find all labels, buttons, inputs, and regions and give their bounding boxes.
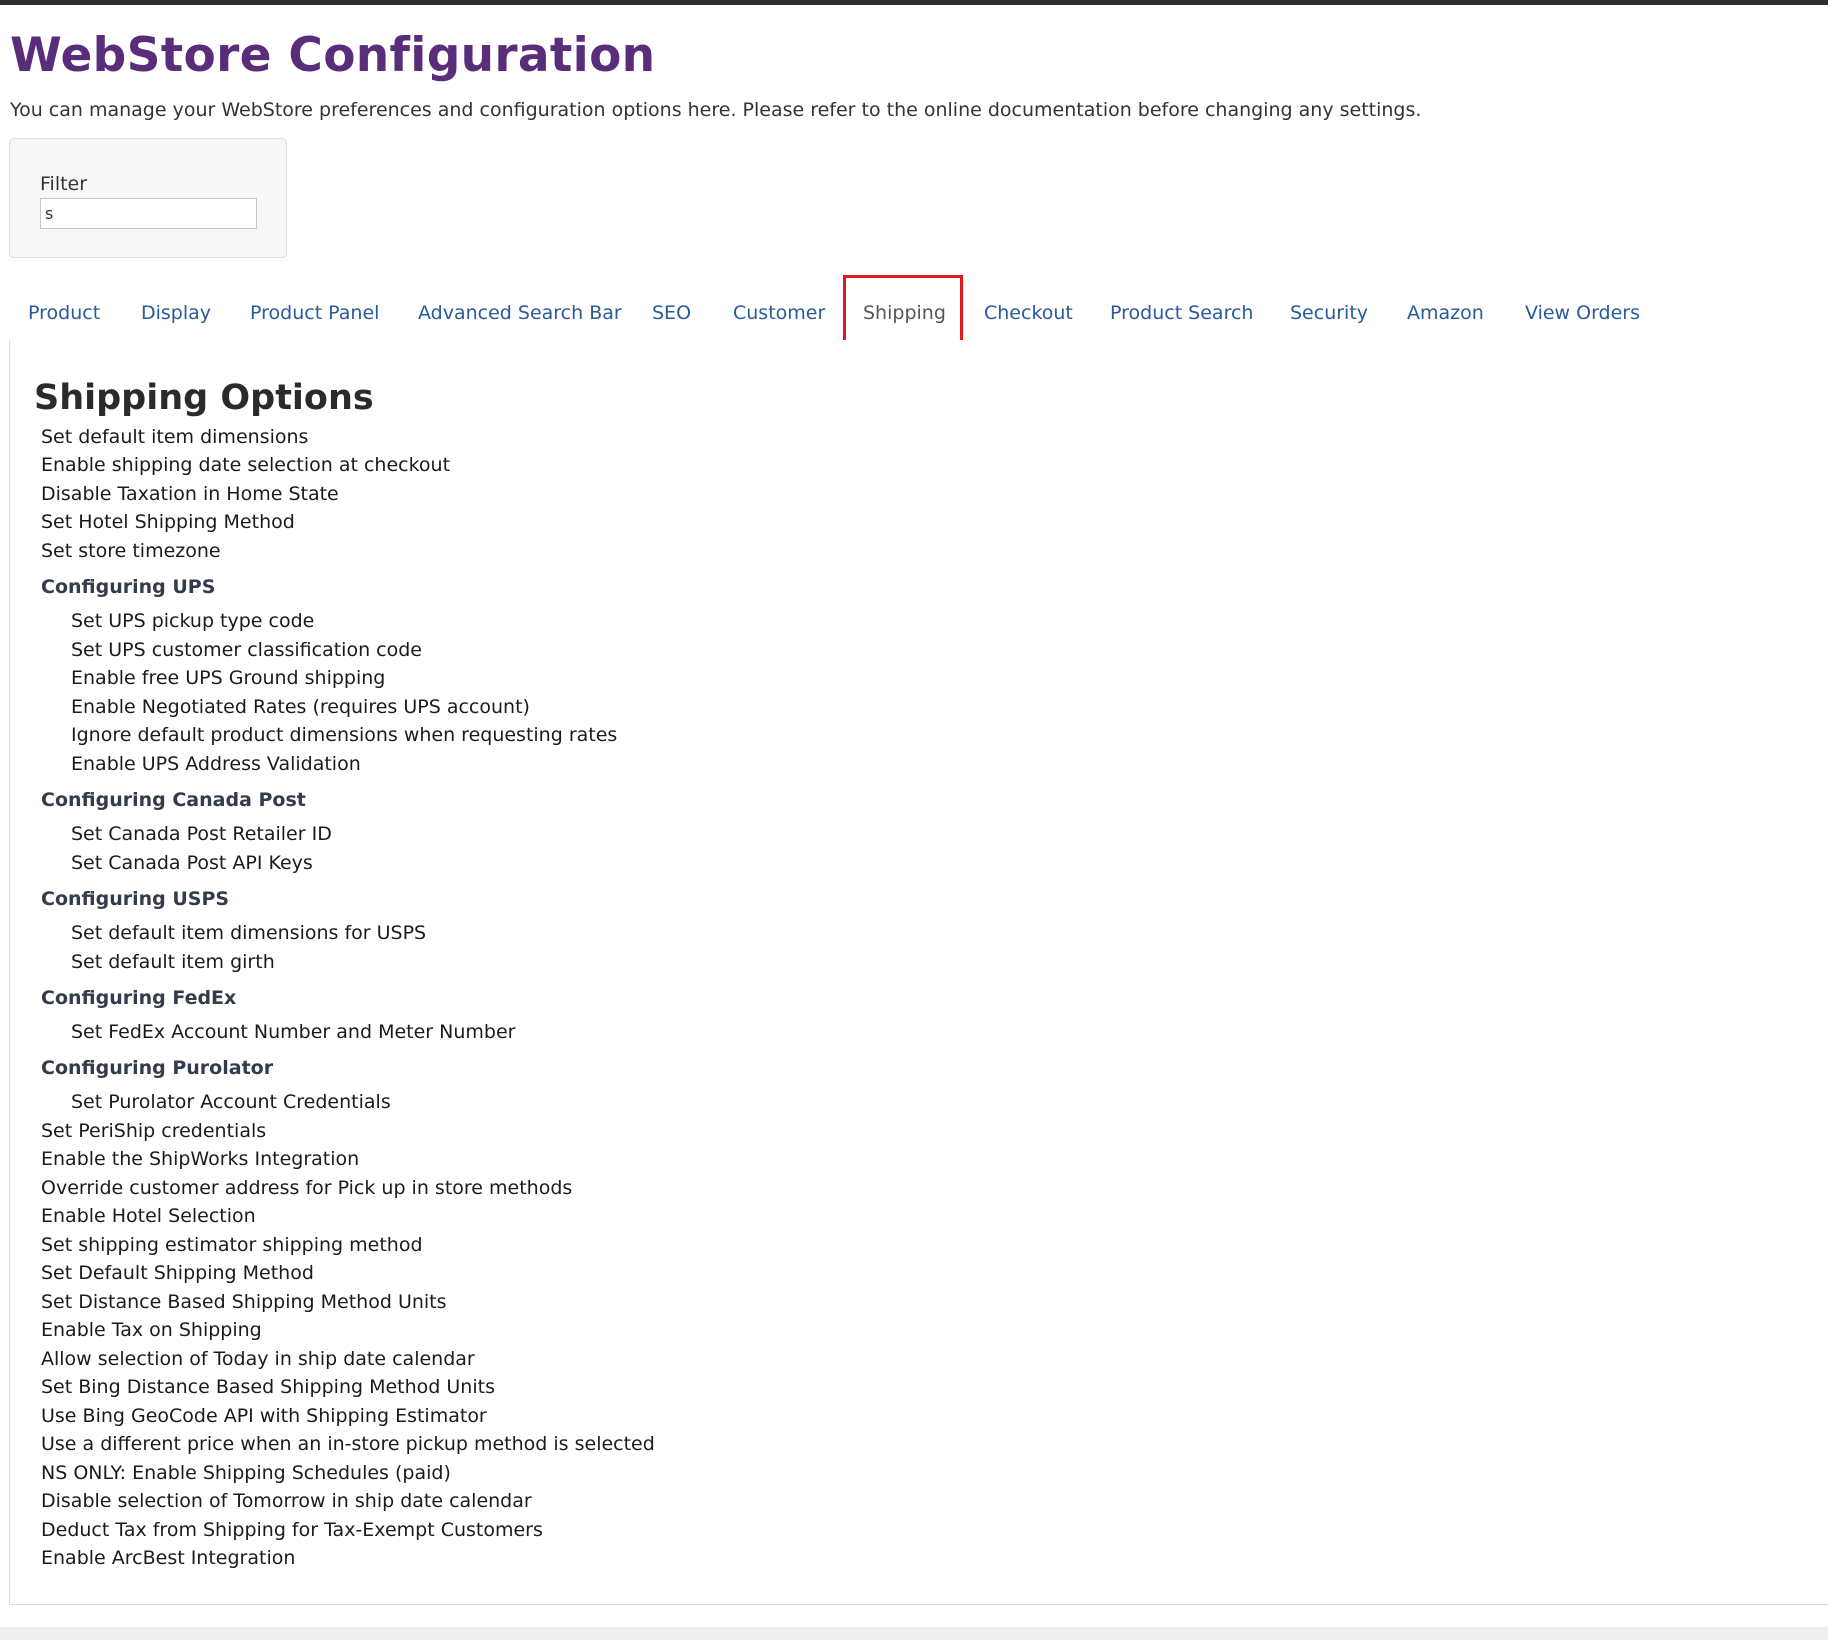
group-heading-ups: Configuring UPS [41,576,216,598]
option-link[interactable]: Enable shipping date selection at checko… [41,454,450,476]
tab-product-panel[interactable]: Product Panel [250,302,379,324]
option-link[interactable]: Enable Hotel Selection [41,1205,256,1227]
shipping-tab-highlight [843,275,963,350]
option-link[interactable]: Use Bing GeoCode API with Shipping Estim… [41,1405,487,1427]
option-link[interactable]: Set Purolator Account Credentials [71,1091,391,1113]
group-heading-fedex: Configuring FedEx [41,987,237,1009]
option-link[interactable]: Disable Taxation in Home State [41,483,339,505]
option-link[interactable]: Allow selection of Today in ship date ca… [41,1348,475,1370]
group-heading-usps: Configuring USPS [41,888,230,910]
tab-seo[interactable]: SEO [652,302,691,324]
bottom-scroll-area [0,1627,1828,1640]
page-title: WebStore Configuration [10,28,656,83]
option-link[interactable]: Set store timezone [41,540,221,562]
tab-customer[interactable]: Customer [733,302,825,324]
page-description: You can manage your WebStore preferences… [10,99,1422,121]
option-link[interactable]: Override customer address for Pick up in… [41,1177,572,1199]
option-link[interactable]: NS ONLY: Enable Shipping Schedules (paid… [41,1462,451,1484]
option-link[interactable]: Set Bing Distance Based Shipping Method … [41,1376,495,1398]
option-link[interactable]: Enable Negotiated Rates (requires UPS ac… [71,696,530,718]
option-link[interactable]: Enable ArcBest Integration [41,1547,295,1569]
option-link[interactable]: Set default item dimensions for USPS [71,922,426,944]
option-link[interactable]: Set FedEx Account Number and Meter Numbe… [71,1021,515,1043]
option-link[interactable]: Set shipping estimator shipping method [41,1234,423,1256]
option-link[interactable]: Disable selection of Tomorrow in ship da… [41,1490,532,1512]
tab-product-search[interactable]: Product Search [1110,302,1253,324]
option-link[interactable]: Set Hotel Shipping Method [41,511,295,533]
option-link[interactable]: Enable UPS Address Validation [71,753,361,775]
tab-security[interactable]: Security [1290,302,1368,324]
option-link[interactable]: Set default item dimensions [41,426,308,448]
option-link[interactable]: Set UPS pickup type code [71,610,314,632]
option-link[interactable]: Use a different price when an in-store p… [41,1433,655,1455]
filter-input[interactable] [40,198,257,229]
tab-amazon[interactable]: Amazon [1407,302,1484,324]
section-title: Shipping Options [34,378,374,418]
tab-view-orders[interactable]: View Orders [1525,302,1640,324]
option-link[interactable]: Ignore default product dimensions when r… [71,724,617,746]
option-link[interactable]: Set UPS customer classification code [71,639,422,661]
option-link[interactable]: Set PeriShip credentials [41,1120,266,1142]
option-link[interactable]: Set Distance Based Shipping Method Units [41,1291,447,1313]
group-heading-canada-post: Configuring Canada Post [41,789,306,811]
option-link[interactable]: Enable Tax on Shipping [41,1319,262,1341]
shipping-options-panel: Shipping Options Set default item dimens… [9,340,1828,1605]
option-link[interactable]: Set default item girth [71,951,275,973]
option-link[interactable]: Enable the ShipWorks Integration [41,1148,359,1170]
option-link[interactable]: Set Canada Post Retailer ID [71,823,332,845]
option-link[interactable]: Set Default Shipping Method [41,1262,314,1284]
filter-panel: Filter [9,138,287,258]
tab-display[interactable]: Display [141,302,211,324]
option-link[interactable]: Set Canada Post API Keys [71,852,313,874]
group-heading-purolator: Configuring Purolator [41,1057,274,1079]
tab-advanced-search-bar[interactable]: Advanced Search Bar [418,302,622,324]
option-link[interactable]: Deduct Tax from Shipping for Tax-Exempt … [41,1519,543,1541]
top-window-strip [0,0,1828,5]
tab-product[interactable]: Product [28,302,100,324]
tab-checkout[interactable]: Checkout [984,302,1073,324]
option-link[interactable]: Enable free UPS Ground shipping [71,667,385,689]
filter-label: Filter [40,173,88,195]
